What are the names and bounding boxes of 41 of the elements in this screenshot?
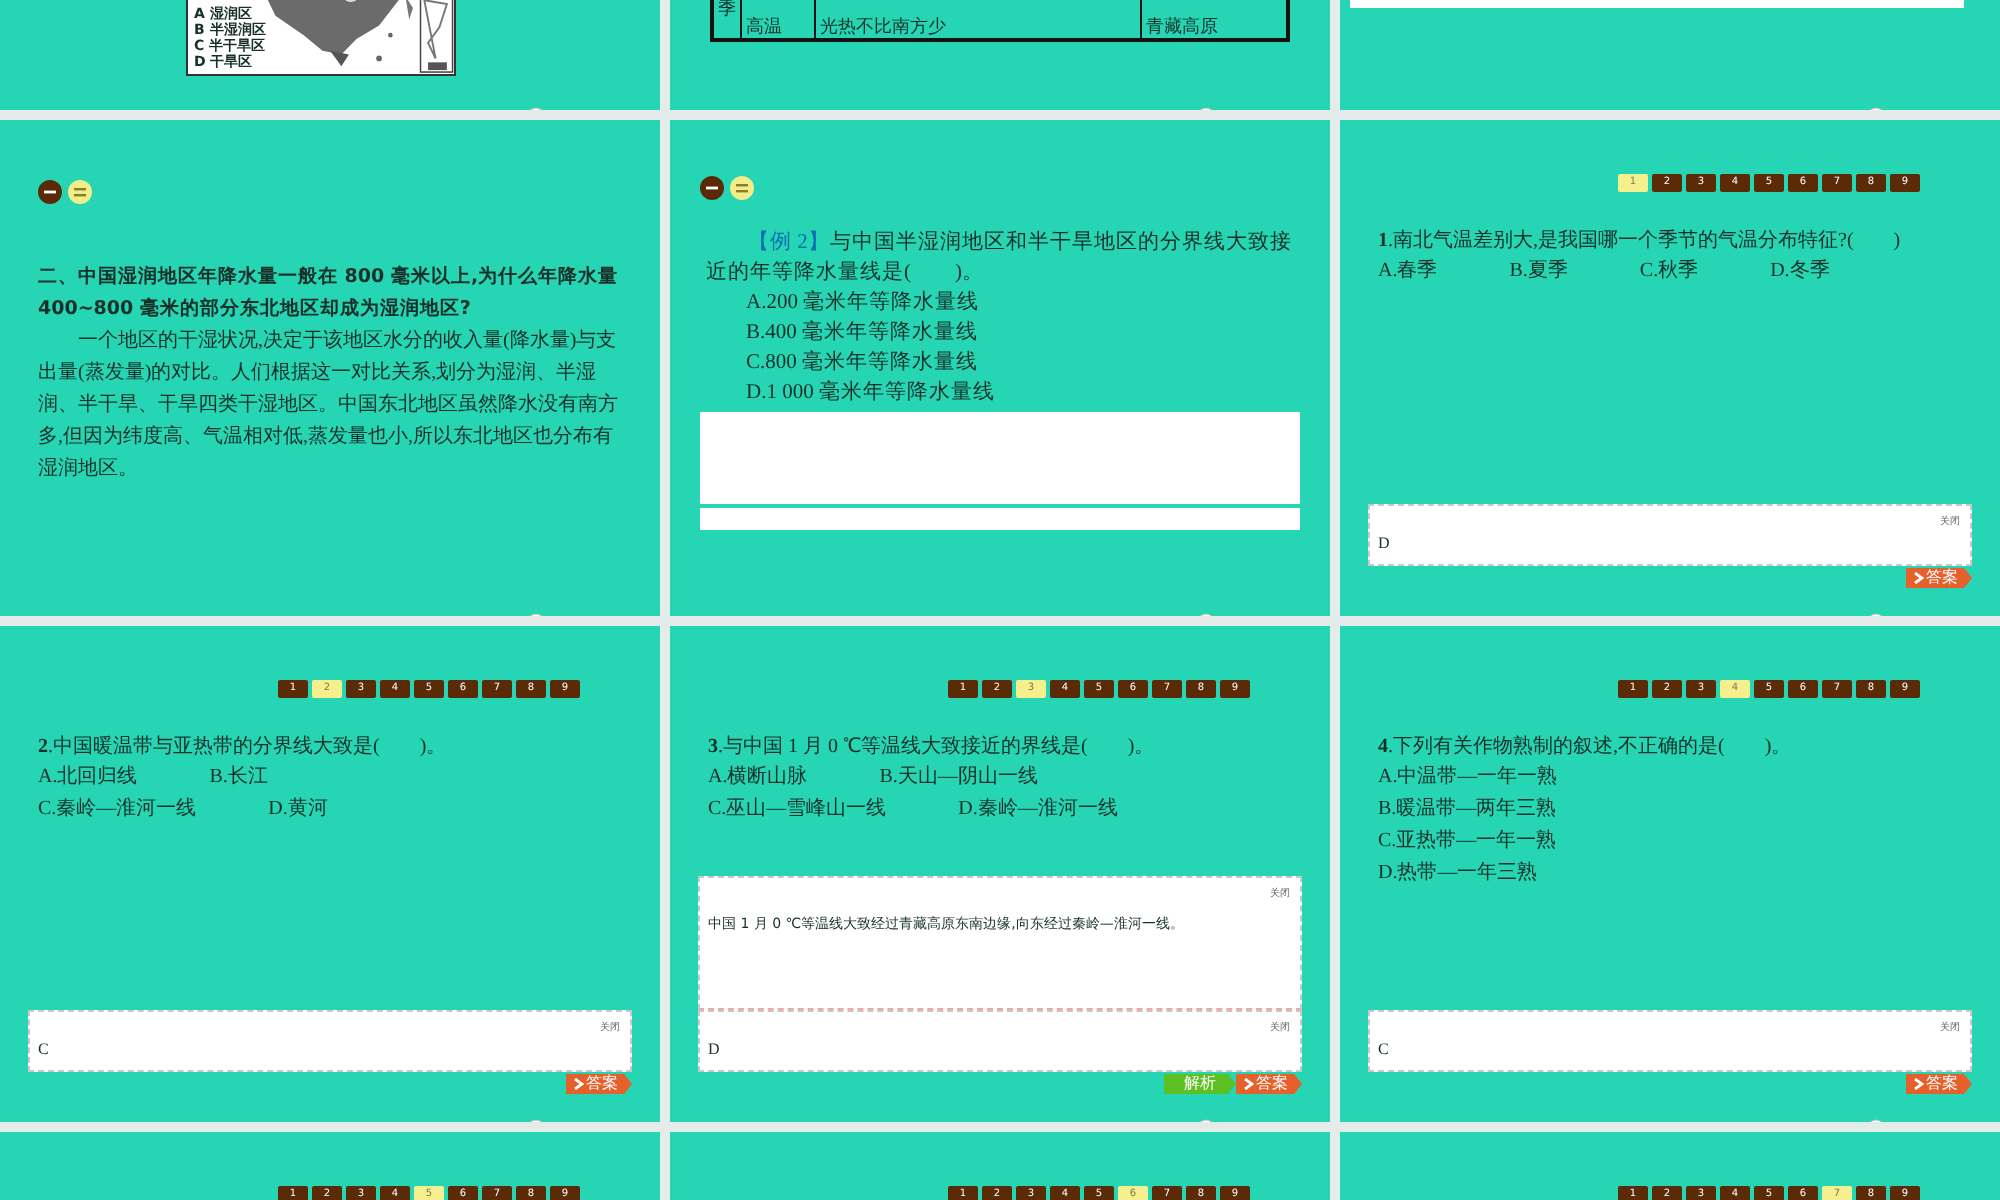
answer-text: C: [1378, 1040, 1389, 1058]
marker-icon: [730, 176, 754, 200]
paragraph: 一个地区的干湿状况,决定于该地区水分的收入量(降水量)与支出量(蒸发量)的对比。人们根据这一对比关系,划分为湿润、半湿润、半干旱、干旱四类干湿地区。中国东北地区虽然降水没有南方多,但因为纬度高、气温相对低,蒸发量也小,所以东北地区也分布有湿润地区。: [38, 327, 620, 484]
option-text: C.秦岭—淮河一线: [38, 795, 197, 824]
chevron-icon: [1244, 1078, 1254, 1090]
option-text: A.春季: [1378, 257, 1438, 286]
option-text: B.暖温带—两年三熟: [1378, 795, 1557, 824]
option-text: B.400 毫米年等降水量线: [744, 318, 981, 348]
option-text: D.热带—一年三熟: [1378, 859, 1538, 888]
answer-text: D: [708, 1040, 720, 1058]
question-heading: 二、中国湿润地区年降水量一般在 800 毫米以上,为什么年降水量 400~800 毫米的部分东北地区却成为湿润地区?: [38, 263, 621, 324]
question-text: 4.下列有关作物熟制的叙述,不正确的是( )。: [1376, 733, 1794, 762]
option-text: A.200 毫米年等降水量线: [744, 288, 982, 318]
question-text: 【例 2】与中国半湿润地区和半干旱地区的分界线大致接近的年等降水量线是( )。: [704, 228, 1294, 288]
chevron-icon: [574, 1078, 584, 1090]
answer-text: D: [1378, 534, 1390, 552]
option-text: B.天山—阴山一线: [879, 763, 1038, 792]
marker-icon: [68, 180, 92, 204]
option-text: A.中温带—一年一熟: [1378, 763, 1558, 792]
option-text: D.黄河: [268, 795, 328, 824]
question-text: 1.南北气温差别大,是我国哪一个季节的气温分布特征?( ): [1376, 227, 1903, 256]
option-text: C.巫山—雪峰山一线: [708, 795, 887, 824]
option-text: D.1 000 毫米年等降水量线: [744, 378, 997, 408]
marker-icon: [700, 176, 724, 200]
option-text: C.秋季: [1639, 257, 1699, 286]
marker-icon: [38, 180, 62, 204]
chevron-icon: [1914, 1078, 1924, 1090]
chevron-icon: [1914, 572, 1924, 584]
option-text: D.秦岭—淮河一线: [958, 795, 1118, 824]
option-text: C.800 毫米年等降水量线: [744, 348, 981, 378]
option-text: B.夏季: [1509, 257, 1568, 286]
table-cell: 高温: [741, 0, 815, 40]
option-text: B.长江: [209, 763, 268, 792]
question-text: 3.与中国 1 月 0 ℃等温线大致接近的界线是( )。: [706, 733, 1157, 762]
table-cell: 光热不比南方少: [815, 0, 1141, 40]
answer-text: C: [38, 1040, 49, 1058]
option-text: D.冬季: [1770, 257, 1830, 286]
option-text: A.北回归线: [38, 763, 138, 792]
question-text: 2.中国暖温带与亚热带的分界线大致是( )。: [36, 733, 449, 762]
option-text: C.亚热带—一年一熟: [1378, 827, 1557, 856]
option-text: A.横断山脉: [708, 763, 808, 792]
